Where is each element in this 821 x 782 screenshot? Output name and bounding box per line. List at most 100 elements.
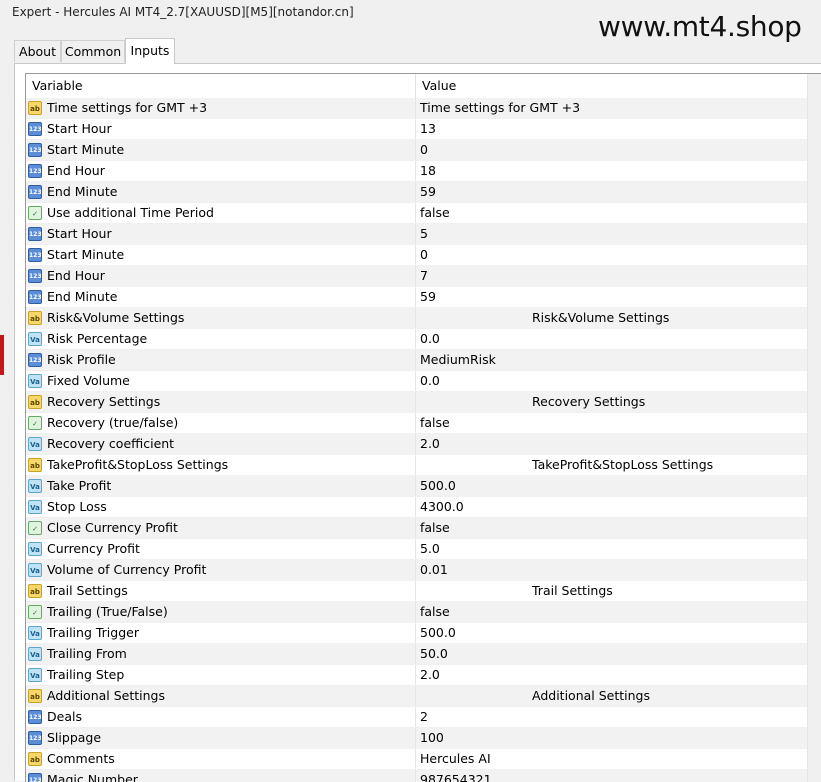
variable-cell[interactable]: ab Trail Settings <box>26 581 416 601</box>
variable-cell[interactable]: Va Trailing Trigger <box>26 623 416 643</box>
table-row[interactable]: 123 End Minute 59 <box>26 287 808 308</box>
value-cell[interactable]: false <box>416 413 808 433</box>
column-header-value[interactable]: Value <box>416 74 808 98</box>
table-row[interactable]: 123 End Hour 18 <box>26 161 808 182</box>
variable-cell[interactable]: 123 End Hour <box>26 161 416 181</box>
variable-cell[interactable]: Va Trailing Step <box>26 665 416 685</box>
value-cell[interactable]: 5 <box>416 224 808 244</box>
variable-cell[interactable]: ✓ Use additional Time Period <box>26 203 416 223</box>
variable-cell[interactable]: Va Stop Loss <box>26 497 416 517</box>
tab-about[interactable]: About <box>14 40 61 62</box>
variable-cell[interactable]: 123 Magic Number <box>26 770 416 782</box>
table-row[interactable]: 123 Start Minute 0 <box>26 245 808 266</box>
value-cell[interactable]: 2 <box>416 707 808 727</box>
table-row[interactable]: Va Trailing Step 2.0 <box>26 665 808 686</box>
value-cell[interactable]: 50.0 <box>416 644 808 664</box>
table-row[interactable]: 123 Deals 2 <box>26 707 808 728</box>
tab-inputs[interactable]: Inputs <box>125 38 175 64</box>
variable-cell[interactable]: 123 End Hour <box>26 266 416 286</box>
value-cell[interactable]: false <box>416 203 808 223</box>
variable-cell[interactable]: 123 Slippage <box>26 728 416 748</box>
table-row[interactable]: Va Stop Loss 4300.0 <box>26 497 808 518</box>
value-cell[interactable]: MediumRisk <box>416 350 808 370</box>
variable-cell[interactable]: Va Recovery coefficient <box>26 434 416 454</box>
variable-cell[interactable]: Va Trailing From <box>26 644 416 664</box>
table-row[interactable]: ab Trail Settings Trail Settings <box>26 581 808 602</box>
value-cell[interactable]: 5.0 <box>416 539 808 559</box>
variable-cell[interactable]: ✓ Close Currency Profit <box>26 518 416 538</box>
table-row[interactable]: ab Comments Hercules AI <box>26 749 808 770</box>
table-row[interactable]: ab Time settings for GMT +3 Time settings … <box>26 98 808 119</box>
column-header-variable[interactable]: Variable <box>26 74 416 98</box>
value-cell[interactable]: Additional Settings <box>416 686 808 706</box>
value-cell[interactable]: 4300.0 <box>416 497 808 517</box>
value-cell[interactable]: 0.0 <box>416 371 808 391</box>
table-row[interactable]: ab Additional Settings Additional Settings <box>26 686 808 707</box>
table-row[interactable]: ✓ Close Currency Profit false <box>26 518 808 539</box>
value-cell[interactable]: false <box>416 602 808 622</box>
value-cell[interactable]: 59 <box>416 287 808 307</box>
table-row[interactable]: Va Recovery coefficient 2.0 <box>26 434 808 455</box>
value-cell[interactable]: 7 <box>416 266 808 286</box>
value-cell[interactable]: Hercules AI <box>416 749 808 769</box>
variable-cell[interactable]: ✓ Recovery (true/false) <box>26 413 416 433</box>
table-row[interactable]: ab Risk&Volume Settings Risk&Volume Settin… <box>26 308 808 329</box>
table-row[interactable]: Va Volume of Currency Profit 0.01 <box>26 560 808 581</box>
table-row[interactable]: Va Fixed Volume 0.0 <box>26 371 808 392</box>
table-row[interactable]: 123 Start Hour 5 <box>26 224 808 245</box>
variable-cell[interactable]: ab Additional Settings <box>26 686 416 706</box>
table-row[interactable]: Va Take Profit 500.0 <box>26 476 808 497</box>
value-cell[interactable]: 0 <box>416 245 808 265</box>
value-cell[interactable]: 500.0 <box>416 623 808 643</box>
variable-cell[interactable]: ab Risk&Volume Settings <box>26 308 416 328</box>
variable-cell[interactable]: 123 Risk Profile <box>26 350 416 370</box>
vertical-scrollbar[interactable] <box>807 74 821 782</box>
variable-cell[interactable]: ab TakeProfit&StopLoss Settings <box>26 455 416 475</box>
table-row[interactable]: 123 Start Minute 0 <box>26 140 808 161</box>
variable-cell[interactable]: ab Time settings for GMT +3 <box>26 98 416 118</box>
variable-cell[interactable]: Va Take Profit <box>26 476 416 496</box>
variable-cell[interactable]: ab Recovery Settings <box>26 392 416 412</box>
variable-cell[interactable]: ✓ Trailing (True/False) <box>26 602 416 622</box>
tab-common[interactable]: Common <box>61 40 125 62</box>
value-cell[interactable]: Time settings for GMT +3 <box>416 98 808 118</box>
table-row[interactable]: 123 End Minute 59 <box>26 182 808 203</box>
table-row[interactable]: ab TakeProfit&StopLoss Settings TakeProfit… <box>26 455 808 476</box>
value-cell[interactable]: 2.0 <box>416 434 808 454</box>
table-row[interactable]: Va Trailing From 50.0 <box>26 644 808 665</box>
value-cell[interactable]: Trail Settings <box>416 581 808 601</box>
value-cell[interactable]: 18 <box>416 161 808 181</box>
variable-cell[interactable]: 123 Start Hour <box>26 224 416 244</box>
table-row[interactable]: 123 Slippage 100 <box>26 728 808 749</box>
variable-cell[interactable]: 123 End Minute <box>26 287 416 307</box>
variable-cell[interactable]: ab Comments <box>26 749 416 769</box>
value-cell[interactable]: 0.01 <box>416 560 808 580</box>
value-cell[interactable]: 0 <box>416 140 808 160</box>
variable-cell[interactable]: Va Risk Percentage <box>26 329 416 349</box>
value-cell[interactable]: 2.0 <box>416 665 808 685</box>
table-row[interactable]: Va Currency Profit 5.0 <box>26 539 808 560</box>
variable-cell[interactable]: 123 Deals <box>26 707 416 727</box>
value-cell[interactable]: false <box>416 518 808 538</box>
table-row[interactable]: 123 Risk Profile MediumRisk <box>26 350 808 371</box>
table-row[interactable]: ab Recovery Settings Recovery Settings <box>26 392 808 413</box>
value-cell[interactable]: Recovery Settings <box>416 392 808 412</box>
value-cell[interactable]: 13 <box>416 119 808 139</box>
variable-cell[interactable]: 123 Start Minute <box>26 245 416 265</box>
table-row[interactable]: ✓ Use additional Time Period false <box>26 203 808 224</box>
value-cell[interactable]: 100 <box>416 728 808 748</box>
variable-cell[interactable]: 123 Start Minute <box>26 140 416 160</box>
variable-cell[interactable]: 123 End Minute <box>26 182 416 202</box>
table-row[interactable]: Va Trailing Trigger 500.0 <box>26 623 808 644</box>
value-cell[interactable]: 500.0 <box>416 476 808 496</box>
table-row[interactable]: ✓ Recovery (true/false) false <box>26 413 808 434</box>
value-cell[interactable]: 0.0 <box>416 329 808 349</box>
table-row[interactable]: ✓ Trailing (True/False) false <box>26 602 808 623</box>
value-cell[interactable]: Risk&Volume Settings <box>416 308 808 328</box>
variable-cell[interactable]: Va Volume of Currency Profit <box>26 560 416 580</box>
value-cell[interactable]: TakeProfit&StopLoss Settings <box>416 455 808 475</box>
table-row[interactable]: Va Risk Percentage 0.0 <box>26 329 808 350</box>
table-row[interactable]: 123 Magic Number 987654321 <box>26 770 808 782</box>
table-row[interactable]: 123 Start Hour 13 <box>26 119 808 140</box>
table-row[interactable]: 123 End Hour 7 <box>26 266 808 287</box>
